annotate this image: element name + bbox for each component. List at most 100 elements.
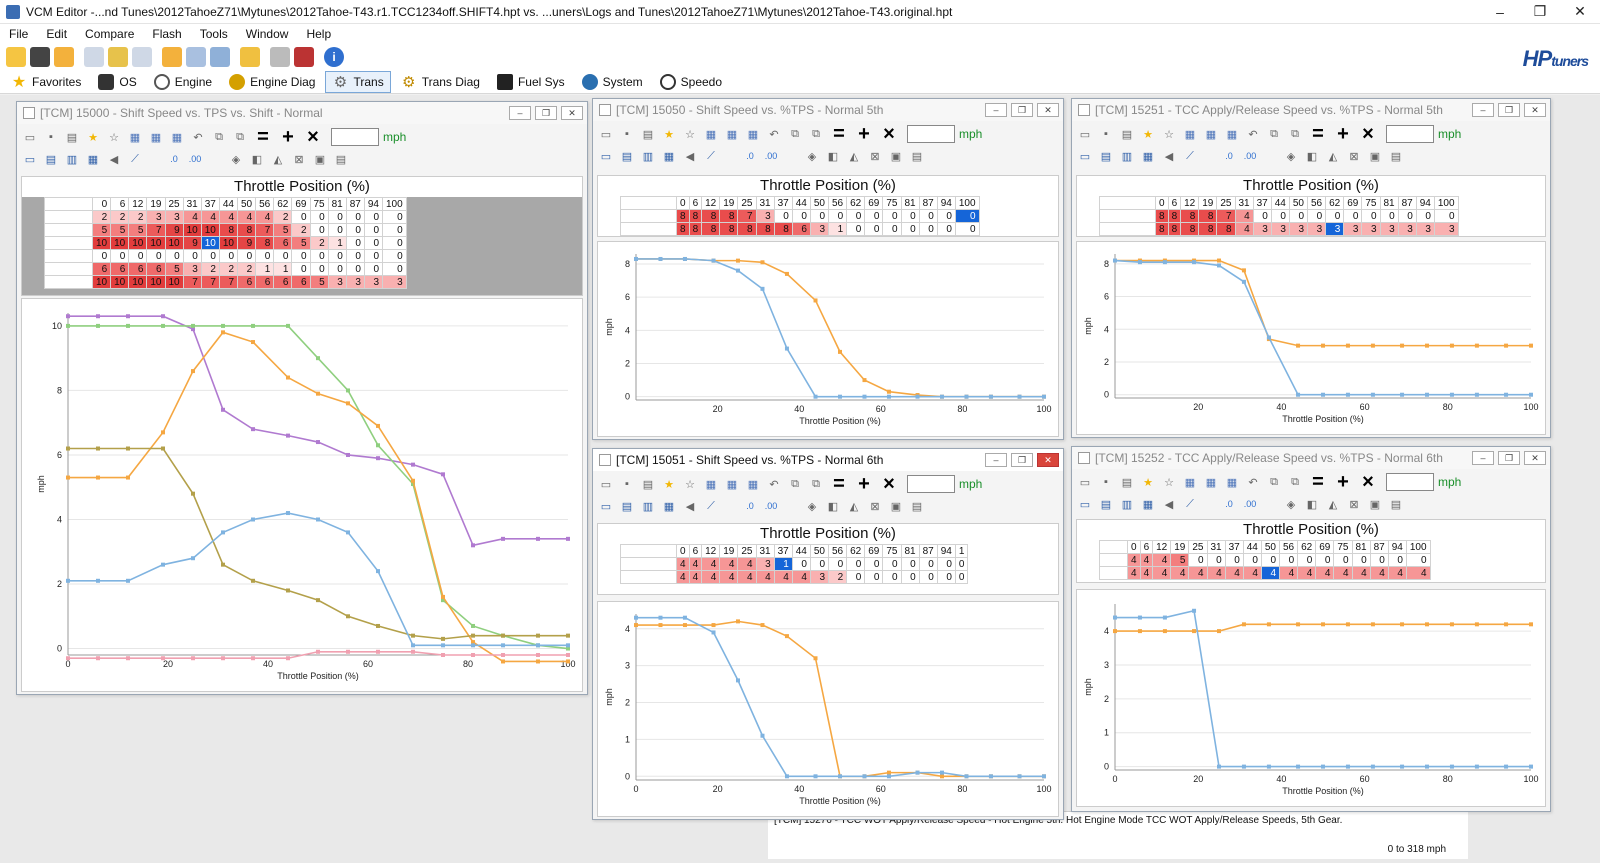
table-cell[interactable]: 8 <box>719 222 739 236</box>
copy-icon[interactable]: ⧉ <box>1265 125 1283 143</box>
column-header[interactable]: 0 <box>676 196 690 210</box>
row-header[interactable] <box>620 222 677 236</box>
menu-help[interactable]: Help <box>297 27 340 41</box>
chart-panel[interactable]: 0 2 4 6 8 20 40 60 80 100 Throttle Position (%) mph <box>1076 241 1546 435</box>
row-header[interactable] <box>620 557 677 571</box>
column-header[interactable]: 44 <box>791 196 811 210</box>
equals-icon[interactable]: = <box>1307 123 1329 145</box>
tab-favorites[interactable]: ★ Favorites <box>4 71 88 93</box>
table-cell[interactable]: 8 <box>701 222 721 236</box>
grid-view-icon[interactable]: ▦ <box>84 150 102 168</box>
table-cell[interactable]: 0 <box>1361 209 1381 223</box>
column-header[interactable]: 37 <box>1224 540 1244 554</box>
table-cell[interactable]: 3 <box>182 262 202 276</box>
table-cell[interactable]: 6 <box>91 262 112 276</box>
column-view-icon[interactable]: ▥ <box>639 147 657 165</box>
table-window-1[interactable]: [TCM] 15000 - Shift Speed vs. TPS vs. Sh… <box>16 101 588 695</box>
table-cell[interactable]: 0 <box>363 249 384 263</box>
column-header[interactable]: 19 <box>719 544 739 558</box>
restore-button[interactable]: ❐ <box>1011 103 1033 117</box>
table-cell[interactable]: 6 <box>110 262 130 276</box>
plus-icon[interactable]: + <box>853 123 875 145</box>
column-header[interactable]: 94 <box>1387 540 1407 554</box>
minimize-button[interactable]: – <box>985 103 1007 117</box>
left-arrow-icon[interactable]: ◀ <box>105 150 123 168</box>
table-cell[interactable]: 4 <box>701 570 721 584</box>
tab-trans-diag[interactable]: ⚙ Trans Diag <box>394 71 487 93</box>
table-cell[interactable]: 0 <box>363 262 384 276</box>
open-icon[interactable]: ▭ <box>21 128 39 146</box>
table-cell[interactable]: 0 <box>1387 553 1407 567</box>
column-header[interactable]: 44 <box>1270 196 1290 210</box>
table-cell[interactable]: 3 <box>1433 222 1459 236</box>
menu-window[interactable]: Window <box>237 27 298 41</box>
table-cell[interactable]: 4 <box>1170 566 1190 580</box>
table-view-icon[interactable]: ▭ <box>597 497 615 515</box>
split-view-icon[interactable]: ▤ <box>42 150 60 168</box>
row-header[interactable] <box>44 223 93 237</box>
chart-panel[interactable]: 0 2 4 6 8 10 0 20 40 60 80 100 Throttle Position (%)… <box>21 298 583 692</box>
table-cell[interactable]: 8 <box>676 209 690 223</box>
fill-up-icon[interactable]: ◭ <box>1324 495 1342 513</box>
decimal-dec-icon[interactable]: .00 <box>1241 147 1259 165</box>
table-cell[interactable]: 0 <box>382 262 407 276</box>
undo-icon[interactable]: ↶ <box>765 125 783 143</box>
table-cell[interactable]: 10 <box>91 236 112 250</box>
tab-engine-diag[interactable]: Engine Diag <box>222 71 322 93</box>
print-icon[interactable]: ▤ <box>639 125 657 143</box>
table-cell[interactable]: 0 <box>1288 209 1309 223</box>
column-header[interactable]: 100 <box>954 196 980 210</box>
table-cell[interactable]: 0 <box>345 210 365 224</box>
select-icon[interactable]: ▣ <box>887 147 905 165</box>
table-cell[interactable]: 5 <box>273 223 293 237</box>
column-header[interactable]: 6 <box>688 544 703 558</box>
graph-view-icon[interactable]: ⟋ <box>1181 147 1199 165</box>
open-icon[interactable]: ▭ <box>1076 125 1094 143</box>
compare-icon[interactable]: ▦ <box>723 475 741 493</box>
decimal-dec-icon[interactable]: .00 <box>186 150 204 168</box>
table-cell[interactable]: 6 <box>791 222 811 236</box>
table-cell[interactable]: 4 <box>218 210 239 224</box>
table-cell[interactable]: 4 <box>182 210 202 224</box>
table-cell[interactable]: 4 <box>255 210 275 224</box>
table-cell[interactable]: 0 <box>91 249 112 263</box>
graph-view-icon[interactable]: ⟋ <box>702 147 720 165</box>
table-cell[interactable]: 4 <box>1260 566 1281 580</box>
table-cell[interactable]: 0 <box>882 209 902 223</box>
table-cell[interactable]: 0 <box>864 209 884 223</box>
column-header[interactable]: 37 <box>773 196 793 210</box>
chart-panel[interactable]: 0 1 2 3 4 0 20 40 60 80 100 Throttle Position (%) mp… <box>597 601 1059 817</box>
table-cell[interactable]: 3 <box>1270 222 1290 236</box>
column-header[interactable]: 94 <box>363 197 384 211</box>
column-header[interactable]: 81 <box>327 197 347 211</box>
split-view-icon[interactable]: ▤ <box>1097 147 1115 165</box>
column-header[interactable]: 31 <box>182 197 202 211</box>
favorite-star-icon[interactable]: ★ <box>1139 125 1157 143</box>
favorite-star-icon[interactable]: ★ <box>84 128 102 146</box>
column-header[interactable]: 87 <box>1397 196 1417 210</box>
table-cell[interactable]: 4 <box>1234 209 1254 223</box>
value-input[interactable] <box>1386 125 1434 143</box>
table-cell[interactable]: 10 <box>200 236 220 250</box>
vehicle-info-icon[interactable] <box>84 47 104 67</box>
table-cell[interactable]: 6 <box>146 262 166 276</box>
table-cell[interactable]: 4 <box>676 570 690 584</box>
table-cell[interactable]: 4 <box>1188 566 1208 580</box>
fill-left-icon[interactable]: ◧ <box>1303 495 1321 513</box>
table-cell[interactable]: 5 <box>128 223 148 237</box>
left-arrow-icon[interactable]: ◀ <box>681 497 699 515</box>
column-header[interactable]: 6 <box>1139 540 1154 554</box>
window-titlebar[interactable]: [TCM] 15252 - TCC Apply/Release Speed vs… <box>1072 447 1550 469</box>
table-cell[interactable]: 8 <box>1155 209 1169 223</box>
table-cell[interactable]: 6 <box>128 262 148 276</box>
select-icon[interactable]: ▣ <box>887 497 905 515</box>
table-cell[interactable]: 4 <box>719 570 739 584</box>
grid-view-icon[interactable]: ▦ <box>1139 147 1157 165</box>
equals-icon[interactable]: = <box>828 123 850 145</box>
table-cell[interactable]: 4 <box>1127 566 1141 580</box>
calendar-table-icon[interactable]: ▦ <box>1223 473 1241 491</box>
column-header[interactable]: 87 <box>918 196 938 210</box>
table-cell[interactable]: 0 <box>200 249 220 263</box>
restore-button[interactable]: ❐ <box>535 106 557 120</box>
table-cell[interactable]: 0 <box>1297 553 1317 567</box>
